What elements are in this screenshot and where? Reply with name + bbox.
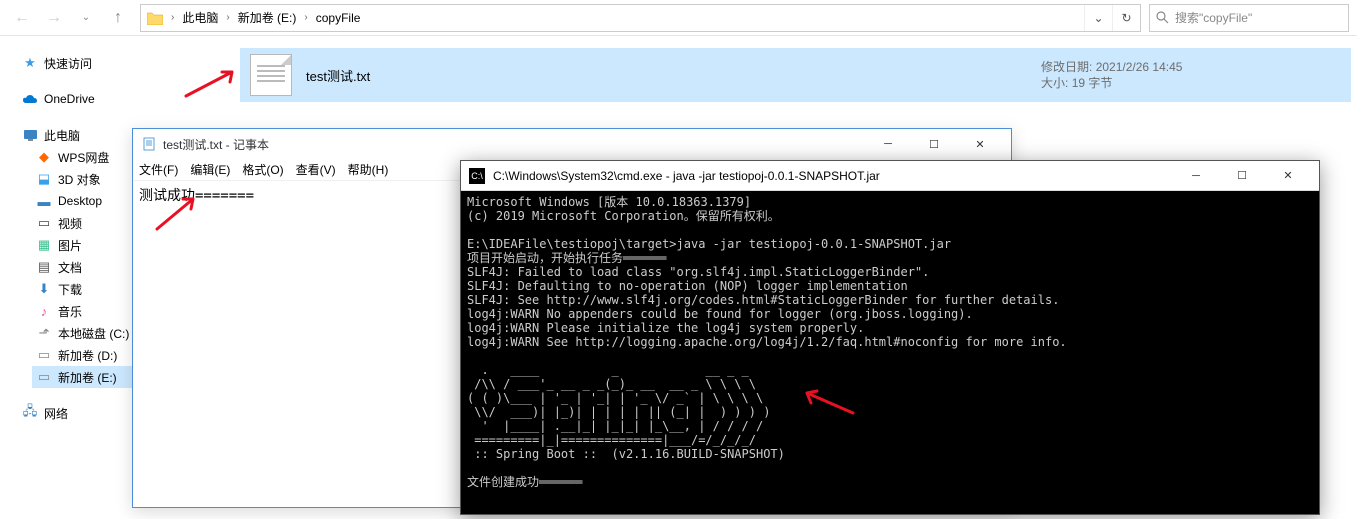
notepad-titlebar[interactable]: test测试.txt - 记事本 ─ ☐ ✕ (133, 129, 1011, 159)
cube-icon: ⬓ (36, 171, 52, 187)
star-icon: ★ (22, 55, 38, 71)
chevron-right-icon: › (302, 12, 309, 23)
disk-icon: ▭ (36, 347, 52, 363)
chevron-right-icon: › (224, 12, 231, 23)
notepad-title-text: test测试.txt - 记事本 (163, 136, 269, 153)
menu-file[interactable]: 文件(F) (139, 161, 178, 178)
search-input[interactable]: 搜索"copyFile" (1149, 4, 1349, 32)
text-file-icon (250, 54, 292, 96)
notepad-icon (141, 136, 157, 152)
breadcrumb: 此电脑 › 新加卷 (E:) › copyFile (176, 5, 1084, 31)
music-icon: ♪ (36, 303, 52, 319)
crumb-thispc[interactable]: 此电脑 (176, 5, 224, 31)
desktop-icon: ▬ (36, 193, 52, 209)
search-icon (1156, 11, 1169, 24)
refresh-button[interactable]: ↻ (1112, 5, 1140, 31)
menu-view[interactable]: 查看(V) (296, 161, 336, 178)
sidebar-onedrive[interactable]: OneDrive (18, 88, 180, 110)
sidebar-quick-access[interactable]: ★ 快速访问 (18, 52, 180, 74)
recent-dropdown[interactable]: ⌄ (72, 4, 100, 32)
cloud-icon (22, 91, 38, 107)
crumb-drive[interactable]: 新加卷 (E:) (232, 5, 303, 31)
close-button[interactable]: ✕ (1265, 161, 1311, 191)
address-bar[interactable]: › 此电脑 › 新加卷 (E:) › copyFile ⌄ ↻ (140, 4, 1141, 32)
crumb-folder[interactable]: copyFile (310, 5, 367, 31)
cmd-window: C:\ C:\Windows\System32\cmd.exe - java -… (460, 160, 1320, 515)
video-icon: ▭ (36, 215, 52, 231)
menu-format[interactable]: 格式(O) (242, 161, 283, 178)
network-icon: 🖧 (22, 405, 38, 421)
minimize-button[interactable]: ─ (865, 129, 911, 159)
maximize-button[interactable]: ☐ (911, 129, 957, 159)
picture-icon: ▦ (36, 237, 52, 253)
cmd-output[interactable]: Microsoft Windows [版本 10.0.18363.1379] (… (461, 191, 1319, 514)
monitor-icon (22, 127, 38, 143)
folder-icon (145, 8, 165, 28)
back-button[interactable]: ← (8, 4, 36, 32)
menu-help[interactable]: 帮助(H) (348, 161, 389, 178)
minimize-button[interactable]: ─ (1173, 161, 1219, 191)
file-name: test测试.txt (306, 66, 1041, 85)
disk-icon: ⬏ (36, 325, 52, 341)
chevron-right-icon: › (169, 12, 176, 23)
cmd-titlebar[interactable]: C:\ C:\Windows\System32\cmd.exe - java -… (461, 161, 1319, 191)
address-dropdown[interactable]: ⌄ (1084, 5, 1112, 31)
cmd-title-text: C:\Windows\System32\cmd.exe - java -jar … (493, 169, 880, 183)
cmd-icon: C:\ (469, 168, 485, 184)
file-row[interactable]: test测试.txt 修改日期: 2021/2/26 14:45 大小: 19 … (240, 48, 1351, 102)
maximize-button[interactable]: ☐ (1219, 161, 1265, 191)
document-icon: ▤ (36, 259, 52, 275)
download-icon: ⬇ (36, 281, 52, 297)
navigation-bar: ← → ⌄ ↑ › 此电脑 › 新加卷 (E:) › copyFile ⌄ ↻ … (0, 0, 1357, 36)
disk-icon: ▭ (36, 369, 52, 385)
wps-icon: ◆ (36, 149, 52, 165)
file-metadata: 修改日期: 2021/2/26 14:45 大小: 19 字节 (1041, 59, 1341, 91)
forward-button[interactable]: → (40, 4, 68, 32)
search-placeholder: 搜索"copyFile" (1175, 9, 1252, 26)
close-button[interactable]: ✕ (957, 129, 1003, 159)
up-button[interactable]: ↑ (104, 4, 132, 32)
annotation-arrow (184, 68, 240, 98)
menu-edit[interactable]: 编辑(E) (190, 161, 230, 178)
